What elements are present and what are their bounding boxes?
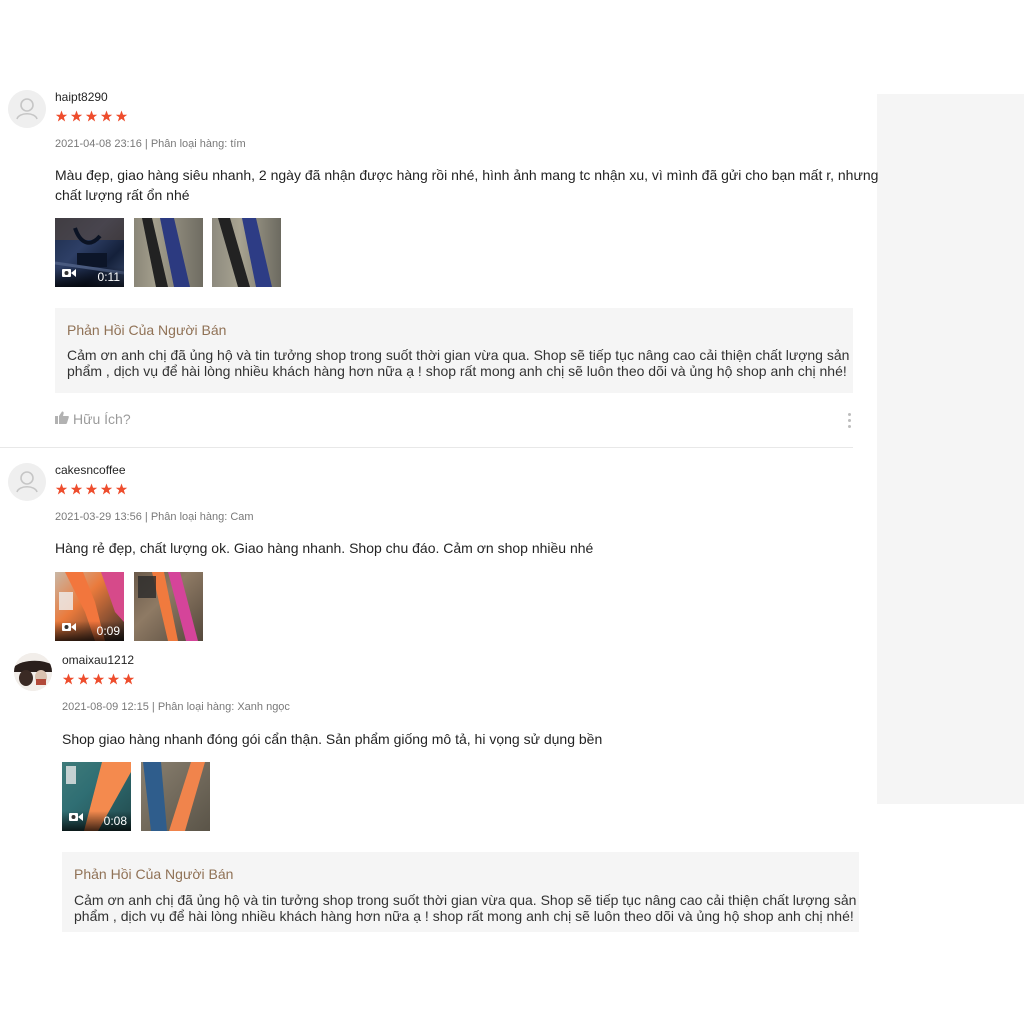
review-image-thumbnail[interactable]: [212, 218, 281, 287]
user-placeholder-icon: [8, 463, 46, 501]
star-icon: [77, 673, 90, 685]
seller-reply: Phản Hồi Của Người Bán Cảm ơn anh chị đã…: [55, 308, 853, 393]
star-icon: [115, 110, 128, 122]
user-avatar[interactable]: [14, 653, 52, 691]
user-avatar[interactable]: [8, 463, 46, 501]
review-image-thumbnail[interactable]: [134, 218, 203, 287]
video-duration: 0:09: [96, 624, 120, 638]
review-username[interactable]: cakesncoffee: [55, 463, 126, 477]
video-camera-icon: [69, 809, 83, 827]
star-icon: [85, 110, 98, 122]
star-icon: [100, 110, 113, 122]
review-username[interactable]: omaixau1212: [62, 653, 134, 667]
review-image-thumbnail[interactable]: [134, 572, 203, 641]
seller-reply-title: Phản Hồi Của Người Bán: [67, 322, 227, 338]
video-camera-icon: [62, 619, 76, 637]
seller-reply: Phản Hồi Của Người Bán Cảm ơn anh chị đã…: [62, 852, 859, 932]
product-photo: [138, 572, 198, 641]
star-icon: [85, 483, 98, 495]
seller-reply-line-1: Cảm ơn anh chị đã ủng hộ và tin tưởng sh…: [67, 347, 850, 363]
star-icon: [70, 110, 83, 122]
review-content-line-1: Shop giao hàng nhanh đóng gói cẩn thận. …: [62, 731, 603, 747]
seller-reply-line-1: Cảm ơn anh chị đã ủng hộ và tin tưởng sh…: [74, 892, 857, 908]
video-duration: 0:08: [103, 814, 127, 828]
star-icon: [55, 110, 68, 122]
seller-reply-title: Phản Hồi Của Người Bán: [74, 866, 234, 882]
video-camera-icon: [62, 265, 76, 283]
star-icon: [122, 673, 135, 685]
star-icon: [107, 673, 120, 685]
review-meta: 2021-04-08 23:16 | Phân loại hàng: tím: [55, 138, 246, 150]
user-placeholder-icon: [8, 90, 46, 128]
right-side-panel: [877, 94, 1024, 804]
star-icon: [55, 483, 68, 495]
star-icon: [100, 483, 113, 495]
rating-stars: [62, 673, 135, 685]
star-icon: [62, 673, 75, 685]
review-video-thumbnail[interactable]: 0:11: [55, 218, 124, 287]
review-meta: 2021-03-29 13:56 | Phân loại hàng: Cam: [55, 511, 254, 523]
product-photo: [218, 218, 272, 287]
star-icon: [92, 673, 105, 685]
rating-stars: [55, 110, 128, 122]
helpful-label: Hữu Ích?: [73, 411, 131, 427]
review-content-line-2: chất lượng rất ổn nhé: [55, 187, 190, 203]
review-content-line-1: Màu đẹp, giao hàng siêu nhanh, 2 ngày đã…: [55, 167, 879, 183]
review-username[interactable]: haipt8290: [55, 90, 108, 104]
review-image-thumbnail[interactable]: [141, 762, 210, 831]
helpful-button[interactable]: Hữu Ích?: [55, 411, 131, 427]
star-icon: [115, 483, 128, 495]
rating-stars: [55, 483, 128, 495]
review-video-thumbnail[interactable]: 0:08: [62, 762, 131, 831]
product-photo: [142, 218, 190, 287]
review-content-line-1: Hàng rẻ đẹp, chất lượng ok. Giao hàng nh…: [55, 540, 594, 556]
more-options-icon[interactable]: [848, 413, 852, 431]
review-divider: [0, 447, 853, 448]
seller-reply-line-2: phẩm , dịch vụ để hài lòng nhiều khách h…: [67, 363, 847, 379]
review-video-thumbnail[interactable]: 0:09: [55, 572, 124, 641]
product-photo: [143, 762, 205, 831]
user-avatar-photo: [14, 653, 52, 691]
video-duration: 0:11: [97, 270, 120, 284]
star-icon: [70, 483, 83, 495]
review-meta: 2021-08-09 12:15 | Phân loại hàng: Xanh …: [62, 701, 290, 713]
thumbs-up-icon: [55, 411, 69, 427]
seller-reply-line-2: phẩm , dịch vụ để hài lòng nhiều khách h…: [74, 908, 854, 924]
user-avatar[interactable]: [8, 90, 46, 128]
